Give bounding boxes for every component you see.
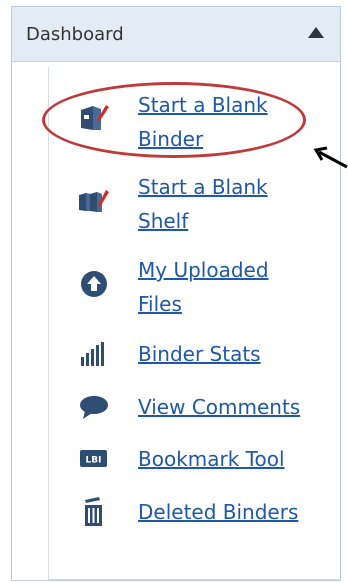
stats-icon	[79, 339, 109, 369]
menu-item-view-comments[interactable]: View Comments	[79, 390, 300, 424]
link-start-blank-binder[interactable]: Start a Blank Binder	[138, 88, 268, 156]
link-start-blank-shelf[interactable]: Start a Blank Shelf	[138, 170, 268, 238]
link-text-line2: Files	[138, 292, 182, 316]
pointer-arrow-icon	[313, 146, 348, 169]
menu-item-deleted-binders[interactable]: Deleted Binders	[79, 495, 298, 529]
link-view-comments[interactable]: View Comments	[138, 390, 300, 424]
menu-item-start-blank-shelf[interactable]: Start a Blank Shelf	[79, 170, 268, 238]
triangle-up-icon[interactable]	[308, 27, 324, 38]
link-text-line2: Shelf	[138, 209, 189, 233]
link-text-line1: Start a Blank	[138, 175, 268, 199]
trash-icon	[79, 497, 109, 527]
menu-item-my-uploaded-files[interactable]: My Uploaded Files	[79, 253, 269, 321]
link-binder-stats[interactable]: Binder Stats	[138, 337, 261, 371]
menu-item-binder-stats[interactable]: Binder Stats	[79, 337, 261, 371]
panel-header[interactable]: Dashboard	[12, 7, 340, 62]
upload-icon	[79, 269, 109, 299]
bookmark-tool-icon-text: LBI	[86, 456, 102, 466]
shelf-icon	[79, 186, 109, 216]
panel-title: Dashboard	[26, 24, 124, 45]
comment-icon	[79, 392, 109, 422]
menu-item-start-blank-binder[interactable]: Start a Blank Binder	[79, 88, 268, 156]
link-my-uploaded-files[interactable]: My Uploaded Files	[138, 253, 269, 321]
link-deleted-binders[interactable]: Deleted Binders	[138, 495, 298, 529]
binder-icon	[79, 102, 109, 132]
menu-item-bookmark-tool[interactable]: LBI Bookmark Tool	[79, 442, 285, 476]
link-text-line1: Start a Blank	[138, 93, 268, 117]
link-text-line1: My Uploaded	[138, 258, 269, 282]
link-text-line2: Binder	[138, 127, 204, 151]
bookmark-tool-icon: LBI	[79, 444, 109, 474]
link-bookmark-tool[interactable]: Bookmark Tool	[138, 442, 285, 476]
